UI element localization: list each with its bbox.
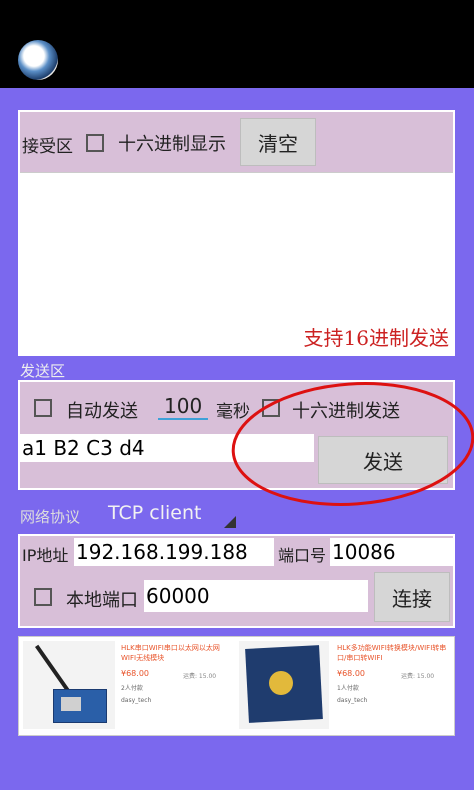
ip-label: IP地址 — [22, 546, 69, 565]
ad-item-1[interactable]: HLK串口WIFI串口以太网以太网WIFI无线模块 ¥68.00 运费: 15.… — [23, 641, 233, 731]
ad-banner[interactable]: HLK串口WIFI串口以太网以太网WIFI无线模块 ¥68.00 运费: 15.… — [18, 636, 455, 736]
ad-image-2 — [239, 641, 329, 729]
ad-seller-2: dasy_tech — [337, 697, 368, 704]
local-port-input[interactable]: 60000 — [144, 580, 368, 612]
protocol-spinner[interactable]: TCP client — [100, 500, 236, 528]
connect-button[interactable]: 连接 — [374, 572, 450, 622]
ad-title-1: HLK串口WIFI串口以太网以太网WIFI无线模块 — [121, 644, 220, 662]
ad-title-2: HLK多功能WIFI转换模块/WIFI转串口/串口转WIFI — [337, 644, 447, 662]
ad-sales-2: 1人付款 — [337, 685, 359, 692]
ad-price-2: ¥68.00 — [337, 669, 365, 678]
ip-input[interactable]: 192.168.199.188 — [74, 538, 274, 566]
ad-shipping-1: 运费: 15.00 — [183, 673, 217, 680]
ad-shipping-2: 运费: 15.00 — [401, 673, 435, 680]
protocol-value: TCP client — [108, 502, 202, 524]
port-input[interactable]: 10086 — [330, 538, 454, 566]
ad-seller-1: dasy_tech — [121, 697, 152, 704]
ad-image-1 — [23, 641, 115, 729]
local-port-checkbox[interactable] — [34, 588, 52, 606]
ad-sales-1: 2人付款 — [121, 685, 143, 692]
annotation-ellipse — [231, 382, 474, 506]
ad-item-2[interactable]: HLK多功能WIFI转换模块/WIFI转串口/串口转WIFI ¥68.00 运费… — [239, 641, 451, 731]
port-label: 端口号 — [278, 546, 327, 565]
protocol-label: 网络协议 — [20, 508, 81, 526]
ad-price-1: ¥68.00 — [121, 669, 149, 678]
dropdown-arrow-icon — [224, 516, 236, 528]
local-port-label: 本地端口 — [66, 590, 138, 611]
network-panel: IP地址 192.168.199.188 端口号 10086 本地端口 6000… — [18, 534, 455, 628]
